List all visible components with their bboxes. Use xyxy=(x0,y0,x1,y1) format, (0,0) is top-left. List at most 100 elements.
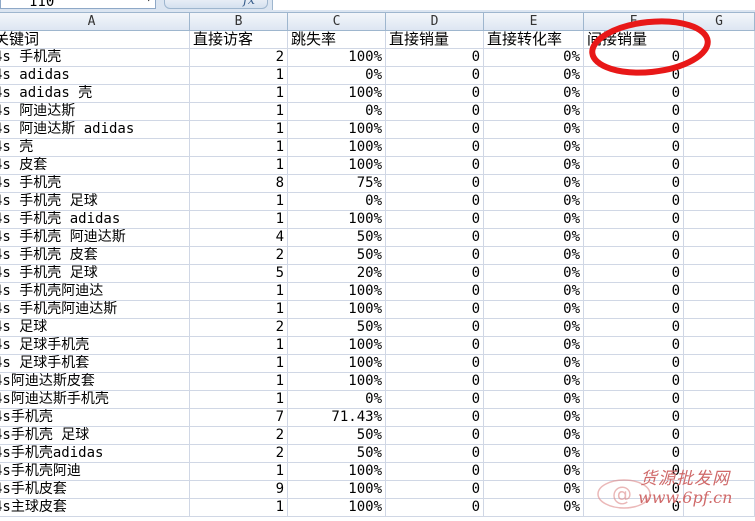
cell-c[interactable]: 100% xyxy=(288,157,386,175)
cell-a[interactable]: 4s 手机壳 xyxy=(0,175,190,193)
cell-e[interactable]: 0% xyxy=(484,49,584,67)
header-cell-b[interactable]: 直接访客 xyxy=(190,31,288,49)
cell-d[interactable]: 0 xyxy=(386,373,484,391)
cell-a[interactable]: 4s 手机壳 皮套 xyxy=(0,247,190,265)
cell-d[interactable]: 0 xyxy=(386,67,484,85)
cell-e[interactable]: 0% xyxy=(484,337,584,355)
cell-e[interactable]: 0% xyxy=(484,391,584,409)
cell-c[interactable]: 71.43% xyxy=(288,409,386,427)
cell-f[interactable]: 0 xyxy=(584,301,684,319)
cell-f[interactable]: 0 xyxy=(584,409,684,427)
cell-g[interactable] xyxy=(684,139,755,157)
cell-g[interactable] xyxy=(684,175,755,193)
cell-d[interactable]: 0 xyxy=(386,175,484,193)
cell-c[interactable]: 50% xyxy=(288,445,386,463)
cell-b[interactable]: 9 xyxy=(190,481,288,499)
cell-c[interactable]: 100% xyxy=(288,49,386,67)
cell-b[interactable]: 2 xyxy=(190,247,288,265)
cell-b[interactable]: 1 xyxy=(190,67,288,85)
cell-a[interactable]: 4s手机壳 xyxy=(0,409,190,427)
cell-g[interactable] xyxy=(684,229,755,247)
cell-a[interactable]: 4s 手机壳 阿迪达斯 xyxy=(0,229,190,247)
cell-e[interactable]: 0% xyxy=(484,175,584,193)
cell-f[interactable]: 0 xyxy=(584,193,684,211)
cell-e[interactable]: 0% xyxy=(484,211,584,229)
cell-f[interactable]: 0 xyxy=(584,211,684,229)
cell-f[interactable]: 0 xyxy=(584,247,684,265)
cell-f[interactable]: 0 xyxy=(584,427,684,445)
cell-e[interactable]: 0% xyxy=(484,85,584,103)
cell-a[interactable]: 4s阿迪达斯皮套 xyxy=(0,373,190,391)
insert-function-button[interactable]: fx xyxy=(164,0,268,9)
cell-g[interactable] xyxy=(684,355,755,373)
cell-f[interactable]: 0 xyxy=(584,445,684,463)
cell-b[interactable]: 1 xyxy=(190,355,288,373)
cell-d[interactable]: 0 xyxy=(386,409,484,427)
cell-c[interactable]: 20% xyxy=(288,265,386,283)
cell-c[interactable]: 100% xyxy=(288,355,386,373)
cell-g[interactable] xyxy=(684,283,755,301)
cell-b[interactable]: 1 xyxy=(190,103,288,121)
column-header-b[interactable]: B xyxy=(190,13,288,30)
cell-c[interactable]: 50% xyxy=(288,427,386,445)
cell-c[interactable]: 100% xyxy=(288,337,386,355)
cell-e[interactable]: 0% xyxy=(484,193,584,211)
header-cell-a[interactable]: 关键词 xyxy=(0,31,190,49)
cell-b[interactable]: 1 xyxy=(190,301,288,319)
cell-e[interactable]: 0% xyxy=(484,481,584,499)
cell-e[interactable]: 0% xyxy=(484,427,584,445)
cell-f[interactable]: 0 xyxy=(584,373,684,391)
cell-b[interactable]: 2 xyxy=(190,49,288,67)
cell-d[interactable]: 0 xyxy=(386,247,484,265)
cell-c[interactable]: 75% xyxy=(288,175,386,193)
cell-a[interactable]: 4s adidas 壳 xyxy=(0,85,190,103)
cell-f[interactable]: 0 xyxy=(584,499,684,517)
cell-c[interactable]: 0% xyxy=(288,391,386,409)
cell-b[interactable]: 8 xyxy=(190,175,288,193)
cell-e[interactable]: 0% xyxy=(484,283,584,301)
cell-d[interactable]: 0 xyxy=(386,427,484,445)
cell-f[interactable]: 0 xyxy=(584,391,684,409)
cell-d[interactable]: 0 xyxy=(386,301,484,319)
cell-g[interactable] xyxy=(684,319,755,337)
cell-f[interactable]: 0 xyxy=(584,265,684,283)
cell-a[interactable]: 4s 足球手机壳 xyxy=(0,337,190,355)
cell-b[interactable]: 1 xyxy=(190,193,288,211)
column-header-e[interactable]: E xyxy=(484,13,584,30)
cell-f[interactable]: 0 xyxy=(584,157,684,175)
cell-c[interactable]: 100% xyxy=(288,85,386,103)
cell-f[interactable]: 0 xyxy=(584,85,684,103)
cell-a[interactable]: 4s主球皮套 xyxy=(0,499,190,517)
cell-f[interactable]: 0 xyxy=(584,103,684,121)
cell-f[interactable]: 0 xyxy=(584,319,684,337)
cell-f[interactable]: 0 xyxy=(584,121,684,139)
column-header-a[interactable]: A xyxy=(0,13,190,30)
cell-d[interactable]: 0 xyxy=(386,103,484,121)
cell-e[interactable]: 0% xyxy=(484,463,584,481)
cell-c[interactable]: 50% xyxy=(288,319,386,337)
cell-a[interactable]: 4s 壳 xyxy=(0,139,190,157)
column-header-f[interactable]: F xyxy=(584,13,684,30)
cell-g[interactable] xyxy=(684,67,755,85)
column-header-c[interactable]: C xyxy=(288,13,386,30)
cell-c[interactable]: 100% xyxy=(288,463,386,481)
cell-g[interactable] xyxy=(684,121,755,139)
cell-a[interactable]: 4s 足球 xyxy=(0,319,190,337)
cell-b[interactable]: 1 xyxy=(190,337,288,355)
cell-f[interactable]: 0 xyxy=(584,463,684,481)
cell-g[interactable] xyxy=(684,427,755,445)
cell-d[interactable]: 0 xyxy=(386,319,484,337)
cell-e[interactable]: 0% xyxy=(484,139,584,157)
cell-g[interactable] xyxy=(684,103,755,121)
cell-g[interactable] xyxy=(684,481,755,499)
cell-d[interactable]: 0 xyxy=(386,121,484,139)
cell-e[interactable]: 0% xyxy=(484,301,584,319)
cell-b[interactable]: 7 xyxy=(190,409,288,427)
header-cell-c[interactable]: 跳失率 xyxy=(288,31,386,49)
cell-e[interactable]: 0% xyxy=(484,103,584,121)
cell-a[interactable]: 4s手机壳 足球 xyxy=(0,427,190,445)
cell-f[interactable]: 0 xyxy=(584,229,684,247)
cell-g[interactable] xyxy=(684,373,755,391)
cell-e[interactable]: 0% xyxy=(484,319,584,337)
cell-c[interactable]: 100% xyxy=(288,499,386,517)
